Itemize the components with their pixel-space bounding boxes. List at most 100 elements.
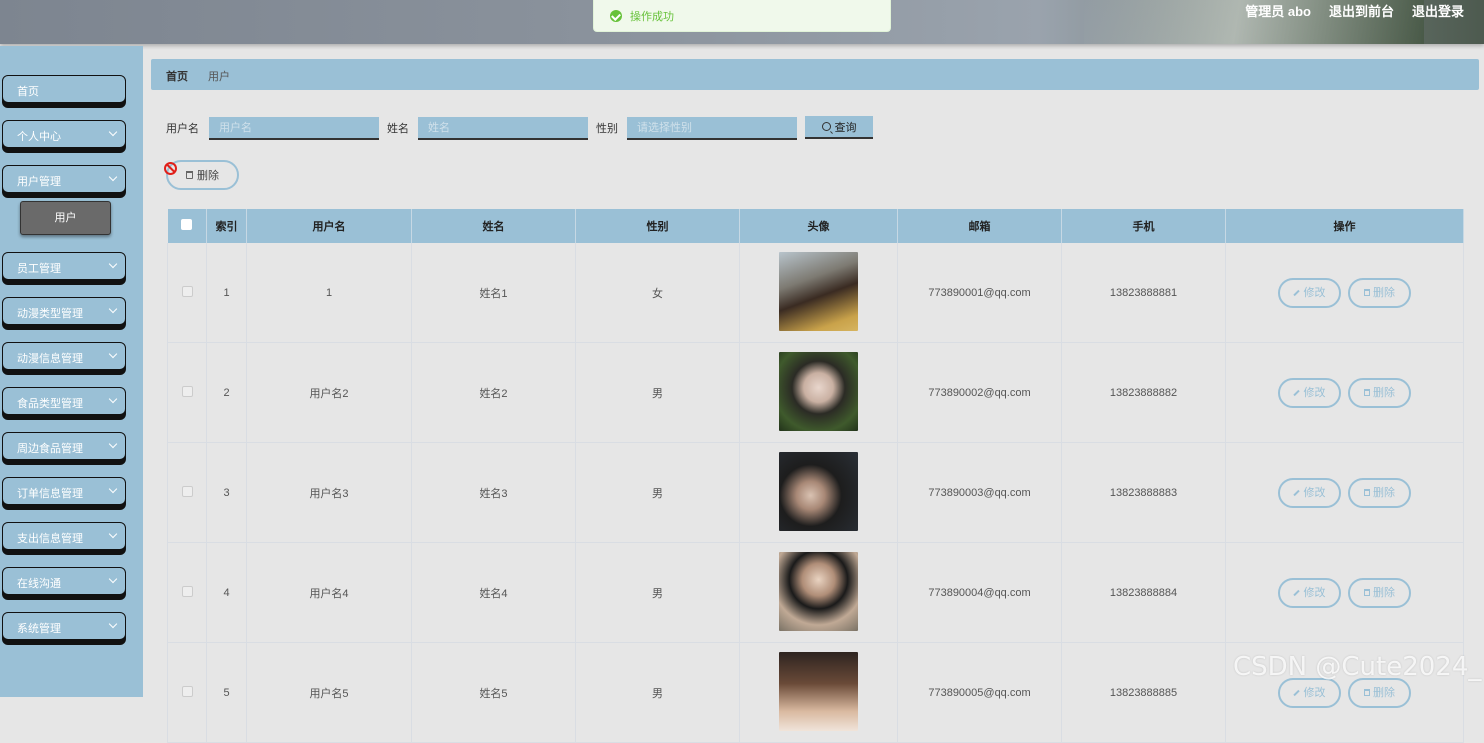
gender-cell: 男 — [575, 642, 740, 743]
sidebar-item-order-management[interactable]: 订单信息管理 — [2, 477, 126, 505]
sidebar: 首页 个人中心 用户管理 用户 员工管理 动漫类型管理 动漫信息管理 食品类型管… — [0, 46, 143, 697]
trash-icon — [1364, 389, 1371, 397]
phone-cell: 13823888885 — [1061, 642, 1226, 743]
avatar[interactable] — [779, 651, 858, 731]
username-cell: 用户名2 — [246, 342, 412, 443]
sidebar-item-label: 员工管理 — [17, 263, 61, 275]
sidebar-item-label: 动漫类型管理 — [17, 308, 83, 320]
check-circle-icon — [610, 9, 622, 22]
row-checkbox[interactable] — [181, 285, 193, 297]
sidebar-item-label: 首页 — [17, 86, 39, 98]
edit-button-label: 修改 — [1303, 386, 1326, 399]
edit-button-label: 修改 — [1303, 486, 1326, 499]
username-cell: 1 — [246, 243, 412, 343]
delete-button[interactable]: 删除 — [1348, 677, 1412, 708]
avatar[interactable] — [779, 351, 858, 431]
breadcrumb-current: 用户 — [208, 71, 230, 83]
sidebar-item-system-management[interactable]: 系统管理 — [2, 612, 126, 640]
name-cell: 姓名3 — [411, 442, 576, 543]
delete-button[interactable]: 删除 — [1348, 377, 1412, 408]
column-header: 索引 — [206, 209, 247, 243]
avatar[interactable] — [779, 551, 858, 631]
avatar[interactable] — [779, 451, 858, 531]
actions-cell: 修改 删除 — [1225, 542, 1464, 643]
avatar-cell — [739, 642, 898, 743]
username-search-input[interactable] — [209, 117, 379, 140]
row-checkbox[interactable] — [181, 385, 193, 397]
sidebar-item-anime-info-management[interactable]: 动漫信息管理 — [2, 342, 126, 370]
sidebar-item-merch-food-management[interactable]: 周边食品管理 — [2, 432, 126, 460]
name-cell: 姓名5 — [411, 642, 576, 743]
select-all-checkbox[interactable] — [181, 219, 193, 230]
trash-icon — [1364, 589, 1371, 597]
bulk-delete-button[interactable]: 删除 — [166, 160, 239, 190]
edit-button[interactable]: 修改 — [1277, 377, 1341, 408]
name-cell: 姓名1 — [411, 243, 576, 343]
row-checkbox-cell — [167, 542, 207, 643]
name-search-input[interactable] — [418, 117, 588, 140]
sidebar-item-label: 个人中心 — [17, 131, 61, 143]
sidebar-item-label: 食品类型管理 — [17, 398, 83, 410]
index-cell: 1 — [206, 243, 247, 343]
chevron-down-icon — [108, 619, 118, 629]
gender-cell: 男 — [575, 342, 740, 443]
username-cell: 用户名3 — [246, 442, 412, 543]
delete-button-label: 删除 — [1373, 586, 1396, 599]
chevron-down-icon — [108, 439, 118, 449]
edit-button-label: 修改 — [1303, 586, 1326, 599]
actions-cell: 修改 删除 — [1225, 342, 1464, 443]
sidebar-item-home[interactable]: 首页 — [2, 75, 126, 103]
sidebar-subitem-users[interactable]: 用户 — [20, 201, 111, 235]
edit-button-label: 修改 — [1303, 286, 1326, 299]
edit-button[interactable]: 修改 — [1277, 277, 1341, 308]
not-allowed-cursor-icon — [164, 162, 177, 175]
exit-to-front-link[interactable]: 退出到前台 — [1329, 4, 1394, 20]
query-button-label: 查询 — [834, 121, 857, 134]
delete-button-label: 删除 — [1373, 486, 1396, 499]
query-button[interactable]: 查询 — [805, 116, 873, 139]
username-cell: 用户名4 — [246, 542, 412, 643]
sidebar-subitem-label: 用户 — [54, 212, 77, 224]
edit-button[interactable]: 修改 — [1277, 477, 1341, 508]
email-cell: 773890001@qq.com — [897, 243, 1062, 343]
row-checkbox[interactable] — [181, 585, 193, 597]
column-header: 性别 — [575, 209, 740, 243]
gender-cell: 女 — [575, 243, 740, 343]
row-checkbox[interactable] — [181, 685, 193, 697]
sidebar-item-label: 订单信息管理 — [17, 488, 83, 500]
gender-cell: 男 — [575, 542, 740, 643]
breadcrumb-home[interactable]: 首页 — [166, 68, 188, 84]
sidebar-item-online-chat[interactable]: 在线沟通 — [2, 567, 126, 595]
success-toast: 操作成功 — [593, 0, 891, 32]
pencil-icon — [1293, 289, 1301, 296]
chevron-down-icon — [108, 484, 118, 494]
avatar[interactable] — [779, 251, 858, 331]
email-cell: 773890004@qq.com — [897, 542, 1062, 643]
column-header: 手机 — [1061, 209, 1226, 243]
sidebar-item-label: 支出信息管理 — [17, 533, 83, 545]
pencil-icon — [1293, 489, 1301, 496]
trash-icon — [186, 171, 193, 179]
email-cell: 773890002@qq.com — [897, 342, 1062, 443]
delete-button-label: 删除 — [1373, 386, 1396, 399]
sidebar-item-expense-management[interactable]: 支出信息管理 — [2, 522, 126, 550]
row-checkbox[interactable] — [181, 485, 193, 497]
column-header: 操作 — [1225, 209, 1464, 243]
avatar-cell — [739, 442, 898, 543]
sidebar-item-staff-management[interactable]: 员工管理 — [2, 252, 126, 280]
logout-link[interactable]: 退出登录 — [1412, 4, 1464, 20]
edit-button[interactable]: 修改 — [1277, 577, 1341, 608]
delete-button[interactable]: 删除 — [1348, 477, 1412, 508]
sidebar-item-anime-type-management[interactable]: 动漫类型管理 — [2, 297, 126, 325]
sidebar-item-food-type-management[interactable]: 食品类型管理 — [2, 387, 126, 415]
chevron-down-icon — [108, 574, 118, 584]
delete-button[interactable]: 删除 — [1348, 577, 1412, 608]
pencil-icon — [1293, 389, 1301, 396]
sidebar-item-personal-center[interactable]: 个人中心 — [2, 120, 126, 148]
edit-button[interactable]: 修改 — [1277, 677, 1341, 708]
sidebar-item-user-management[interactable]: 用户管理 — [2, 165, 126, 193]
delete-button[interactable]: 删除 — [1348, 277, 1412, 308]
admin-user-label: 管理员 abo — [1245, 4, 1311, 19]
select-all-cell — [167, 209, 207, 243]
gender-select[interactable] — [627, 117, 797, 140]
